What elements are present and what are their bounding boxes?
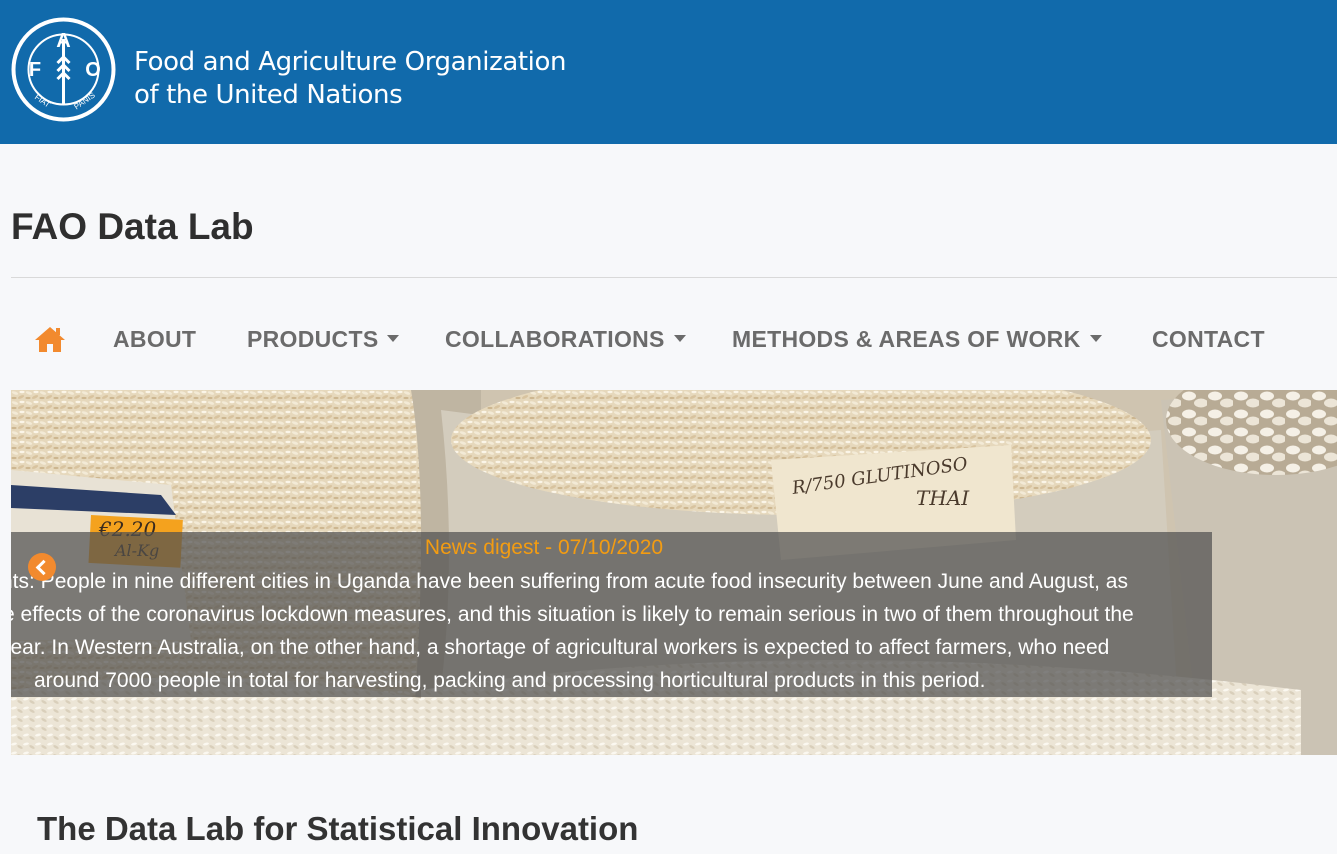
svg-text:F: F	[29, 59, 41, 81]
nav-item-label: CONTACT	[1152, 326, 1265, 352]
svg-text:A: A	[56, 30, 70, 52]
org-name-line-1: Food and Agriculture Organization	[134, 47, 567, 77]
home-icon[interactable]	[34, 325, 66, 353]
nav-item-label: PRODUCTS	[247, 326, 379, 352]
nav-item-methods[interactable]: METHODS & AREAS OF WORK	[732, 326, 1102, 353]
caption-title[interactable]: News digest - 07/10/2020	[11, 536, 1077, 560]
caption-line: around 7000 people in total for harvesti…	[34, 669, 986, 692]
nav-item-collaborations[interactable]: COLLABORATIONS	[445, 326, 686, 353]
svg-text:O: O	[85, 59, 101, 81]
fao-header-bar: A F O FIAT PANIS Food and Agriculture Or…	[0, 0, 1337, 144]
nav-item-label: ABOUT	[113, 326, 197, 352]
chevron-left-icon[interactable]	[28, 553, 56, 581]
caret-down-icon	[387, 335, 400, 343]
news-caption[interactable]: News digest - 07/10/2020 nts: People in …	[11, 532, 1212, 697]
nav-item-contact[interactable]: CONTACT	[1152, 326, 1265, 353]
hero-carousel[interactable]: €2.20 Al-Kg R/750 GLUTINOSO THAI News di…	[11, 390, 1337, 755]
site-title[interactable]: FAO Data Lab	[11, 206, 254, 248]
caption-line: e effects of the coronavirus lockdown me…	[11, 603, 1134, 626]
nav-item-label: COLLABORATIONS	[445, 326, 665, 352]
nav-item-label: METHODS & AREAS OF WORK	[732, 326, 1081, 352]
caret-down-icon	[673, 335, 686, 343]
caption-line: year. In Western Australia, on the other…	[11, 636, 1110, 659]
nav-item-about[interactable]: ABOUT	[113, 326, 196, 353]
caret-down-icon	[1089, 335, 1102, 343]
caption-line: nts: People in nine different cities in …	[11, 570, 1128, 593]
title-divider	[11, 277, 1337, 278]
fao-logo[interactable]: A F O FIAT PANIS	[11, 17, 116, 122]
svg-text:FIAT: FIAT	[33, 92, 52, 109]
svg-text:THAI: THAI	[916, 486, 970, 510]
lead-heading: The Data Lab for Statistical Innovation	[37, 810, 639, 847]
nav-item-products[interactable]: PRODUCTS	[247, 326, 400, 353]
org-name-line-2: of the United Nations	[134, 80, 403, 110]
main-nav: ABOUT PRODUCTS COLLABORATIONS METHODS & …	[0, 320, 1337, 360]
organization-name[interactable]: Food and Agriculture Organization of the…	[134, 46, 566, 112]
